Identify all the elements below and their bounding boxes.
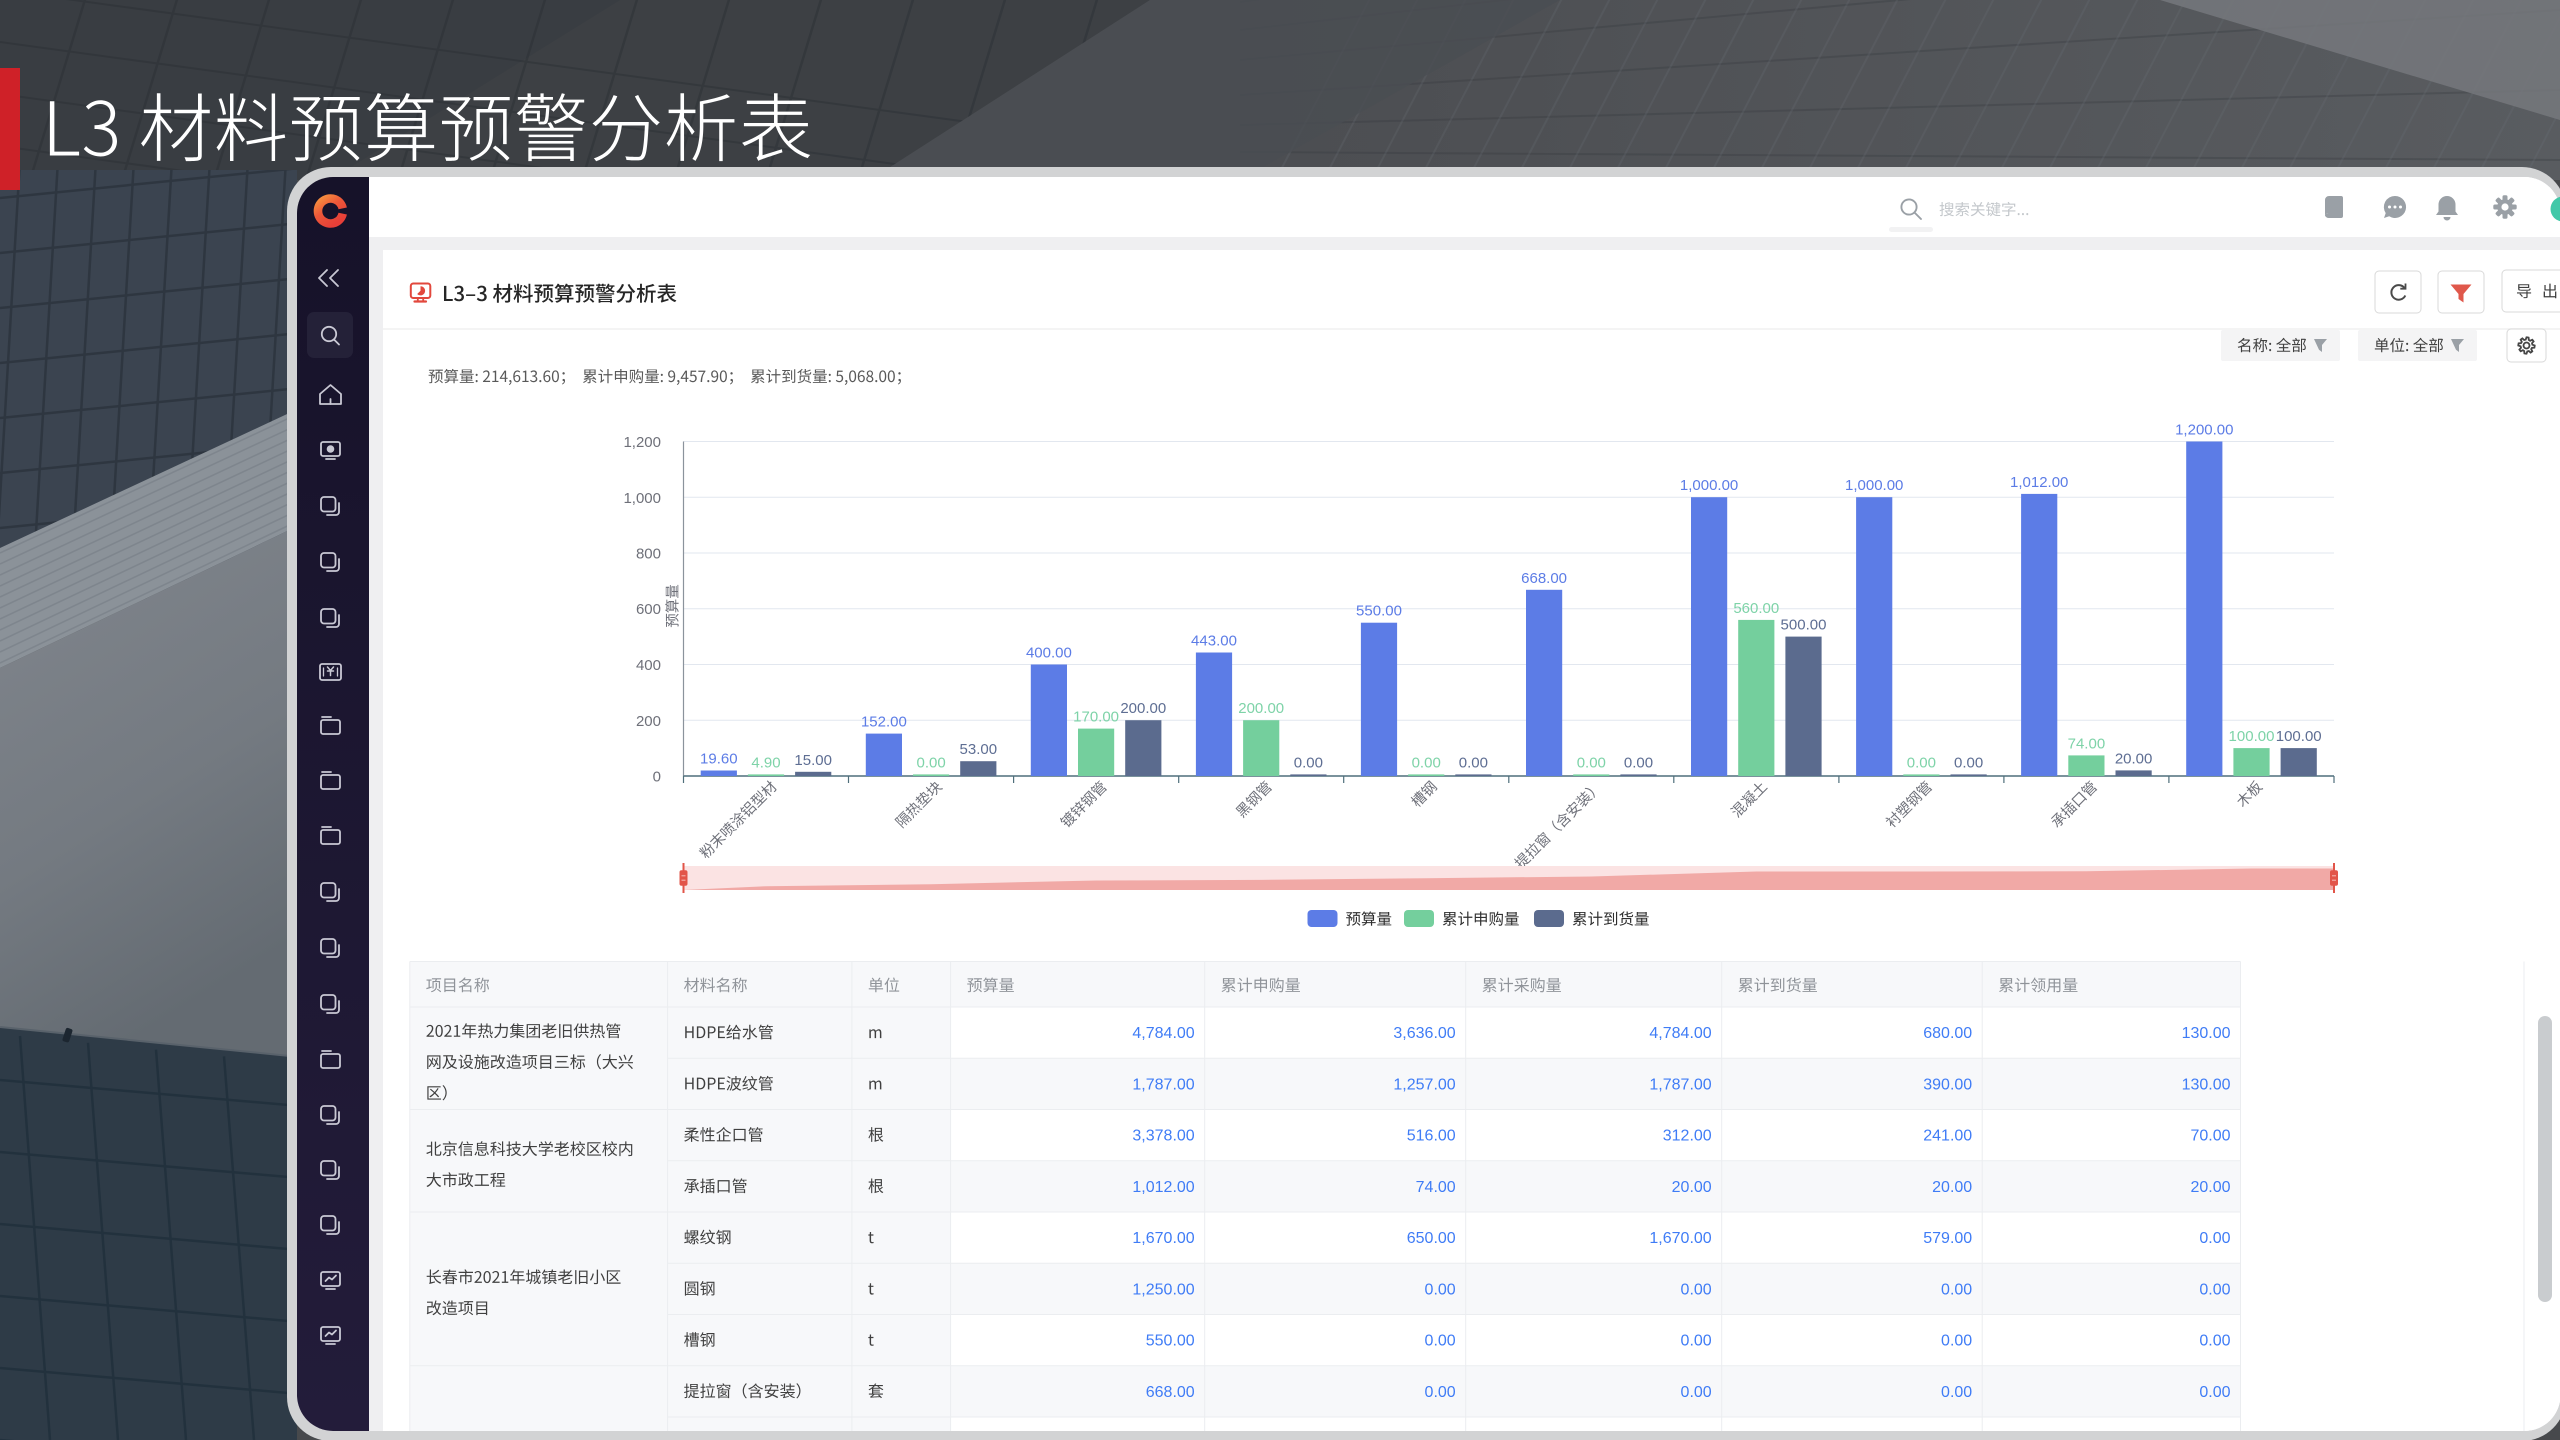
svg-text:200: 200: [636, 713, 661, 730]
svg-text:0.00: 0.00: [1425, 1384, 1456, 1401]
svg-text:3,378.00: 3,378.00: [1132, 1128, 1194, 1145]
svg-text:0: 0: [653, 769, 661, 786]
svg-text:19.60: 19.60: [700, 751, 738, 768]
svg-text:20.00: 20.00: [1932, 1179, 1972, 1196]
svg-text:0.00: 0.00: [1425, 1281, 1456, 1298]
svg-text:1,670.00: 1,670.00: [1649, 1230, 1711, 1247]
svg-text:312.00: 312.00: [1663, 1128, 1712, 1145]
svg-text:4,784.00: 4,784.00: [1132, 1025, 1194, 1042]
svg-text:100.00: 100.00: [2229, 728, 2275, 745]
svg-text:0.00: 0.00: [1624, 754, 1653, 771]
svg-text:1,257.00: 1,257.00: [1393, 1076, 1455, 1093]
svg-text:400: 400: [636, 657, 661, 674]
svg-text:0.00: 0.00: [1412, 754, 1441, 771]
svg-text:680.00: 680.00: [1923, 1025, 1972, 1042]
svg-text:1,000.00: 1,000.00: [1845, 477, 1903, 494]
svg-text:130.00: 130.00: [2182, 1025, 2231, 1042]
svg-text:579.00: 579.00: [1923, 1230, 1972, 1247]
svg-text:1,200: 1,200: [623, 434, 661, 451]
svg-text:3,636.00: 3,636.00: [1393, 1025, 1455, 1042]
svg-text:1,012.00: 1,012.00: [1132, 1179, 1194, 1196]
svg-text:390.00: 390.00: [1923, 1076, 1972, 1093]
svg-text:241.00: 241.00: [1923, 1128, 1972, 1145]
svg-text:1,000: 1,000: [623, 490, 661, 507]
svg-text:0.00: 0.00: [1294, 754, 1323, 771]
svg-text:0.00: 0.00: [1681, 1281, 1712, 1298]
svg-text:0.00: 0.00: [1459, 754, 1488, 771]
svg-text:0.00: 0.00: [1681, 1333, 1712, 1350]
svg-text:1,670.00: 1,670.00: [1132, 1230, 1194, 1247]
svg-text:1,250.00: 1,250.00: [1132, 1281, 1194, 1298]
svg-text:70.00: 70.00: [2190, 1128, 2230, 1145]
svg-text:1,012.00: 1,012.00: [2010, 474, 2068, 491]
svg-text:0.00: 0.00: [1577, 754, 1606, 771]
svg-text:0.00: 0.00: [1954, 754, 1983, 771]
svg-text:550.00: 550.00: [1356, 603, 1402, 620]
svg-text:170.00: 170.00: [1073, 709, 1119, 726]
svg-text:74.00: 74.00: [2068, 735, 2106, 752]
svg-text:20.00: 20.00: [2115, 750, 2153, 767]
svg-text:600: 600: [636, 601, 661, 618]
svg-text:0.00: 0.00: [1681, 1384, 1712, 1401]
svg-text:443.00: 443.00: [1191, 633, 1237, 650]
svg-text:0.00: 0.00: [1941, 1281, 1972, 1298]
svg-text:152.00: 152.00: [861, 714, 907, 731]
svg-text:500.00: 500.00: [1781, 617, 1827, 634]
svg-text:53.00: 53.00: [960, 741, 998, 758]
svg-text:4,784.00: 4,784.00: [1649, 1025, 1711, 1042]
svg-text:0.00: 0.00: [1425, 1333, 1456, 1350]
svg-text:130.00: 130.00: [2182, 1076, 2231, 1093]
svg-text:15.00: 15.00: [794, 752, 832, 769]
svg-text:650.00: 650.00: [1407, 1230, 1456, 1247]
svg-text:0.00: 0.00: [2199, 1281, 2230, 1298]
svg-text:1,200.00: 1,200.00: [2175, 422, 2233, 439]
svg-text:100.00: 100.00: [2276, 728, 2322, 745]
svg-text:800: 800: [636, 546, 661, 563]
svg-text:20.00: 20.00: [2190, 1179, 2230, 1196]
svg-text:400.00: 400.00: [1026, 645, 1072, 662]
svg-text:1,787.00: 1,787.00: [1649, 1076, 1711, 1093]
svg-text:0.00: 0.00: [2199, 1384, 2230, 1401]
svg-text:1,787.00: 1,787.00: [1132, 1076, 1194, 1093]
svg-text:668.00: 668.00: [1146, 1384, 1195, 1401]
svg-text:20.00: 20.00: [1672, 1179, 1712, 1196]
svg-text:0.00: 0.00: [916, 754, 945, 771]
svg-text:74.00: 74.00: [1416, 1179, 1456, 1196]
svg-text:560.00: 560.00: [1733, 600, 1779, 617]
svg-text:550.00: 550.00: [1146, 1333, 1195, 1350]
svg-text:0.00: 0.00: [1941, 1384, 1972, 1401]
svg-text:200.00: 200.00: [1120, 700, 1166, 717]
svg-text:0.00: 0.00: [2199, 1333, 2230, 1350]
svg-text:0.00: 0.00: [1941, 1333, 1972, 1350]
svg-text:4.90: 4.90: [751, 754, 780, 771]
svg-text:1,000.00: 1,000.00: [1680, 477, 1738, 494]
svg-text:0.00: 0.00: [2199, 1230, 2230, 1247]
svg-text:0.00: 0.00: [1907, 754, 1936, 771]
svg-text:200.00: 200.00: [1238, 700, 1284, 717]
svg-text:668.00: 668.00: [1521, 570, 1567, 587]
svg-text:516.00: 516.00: [1407, 1128, 1456, 1145]
